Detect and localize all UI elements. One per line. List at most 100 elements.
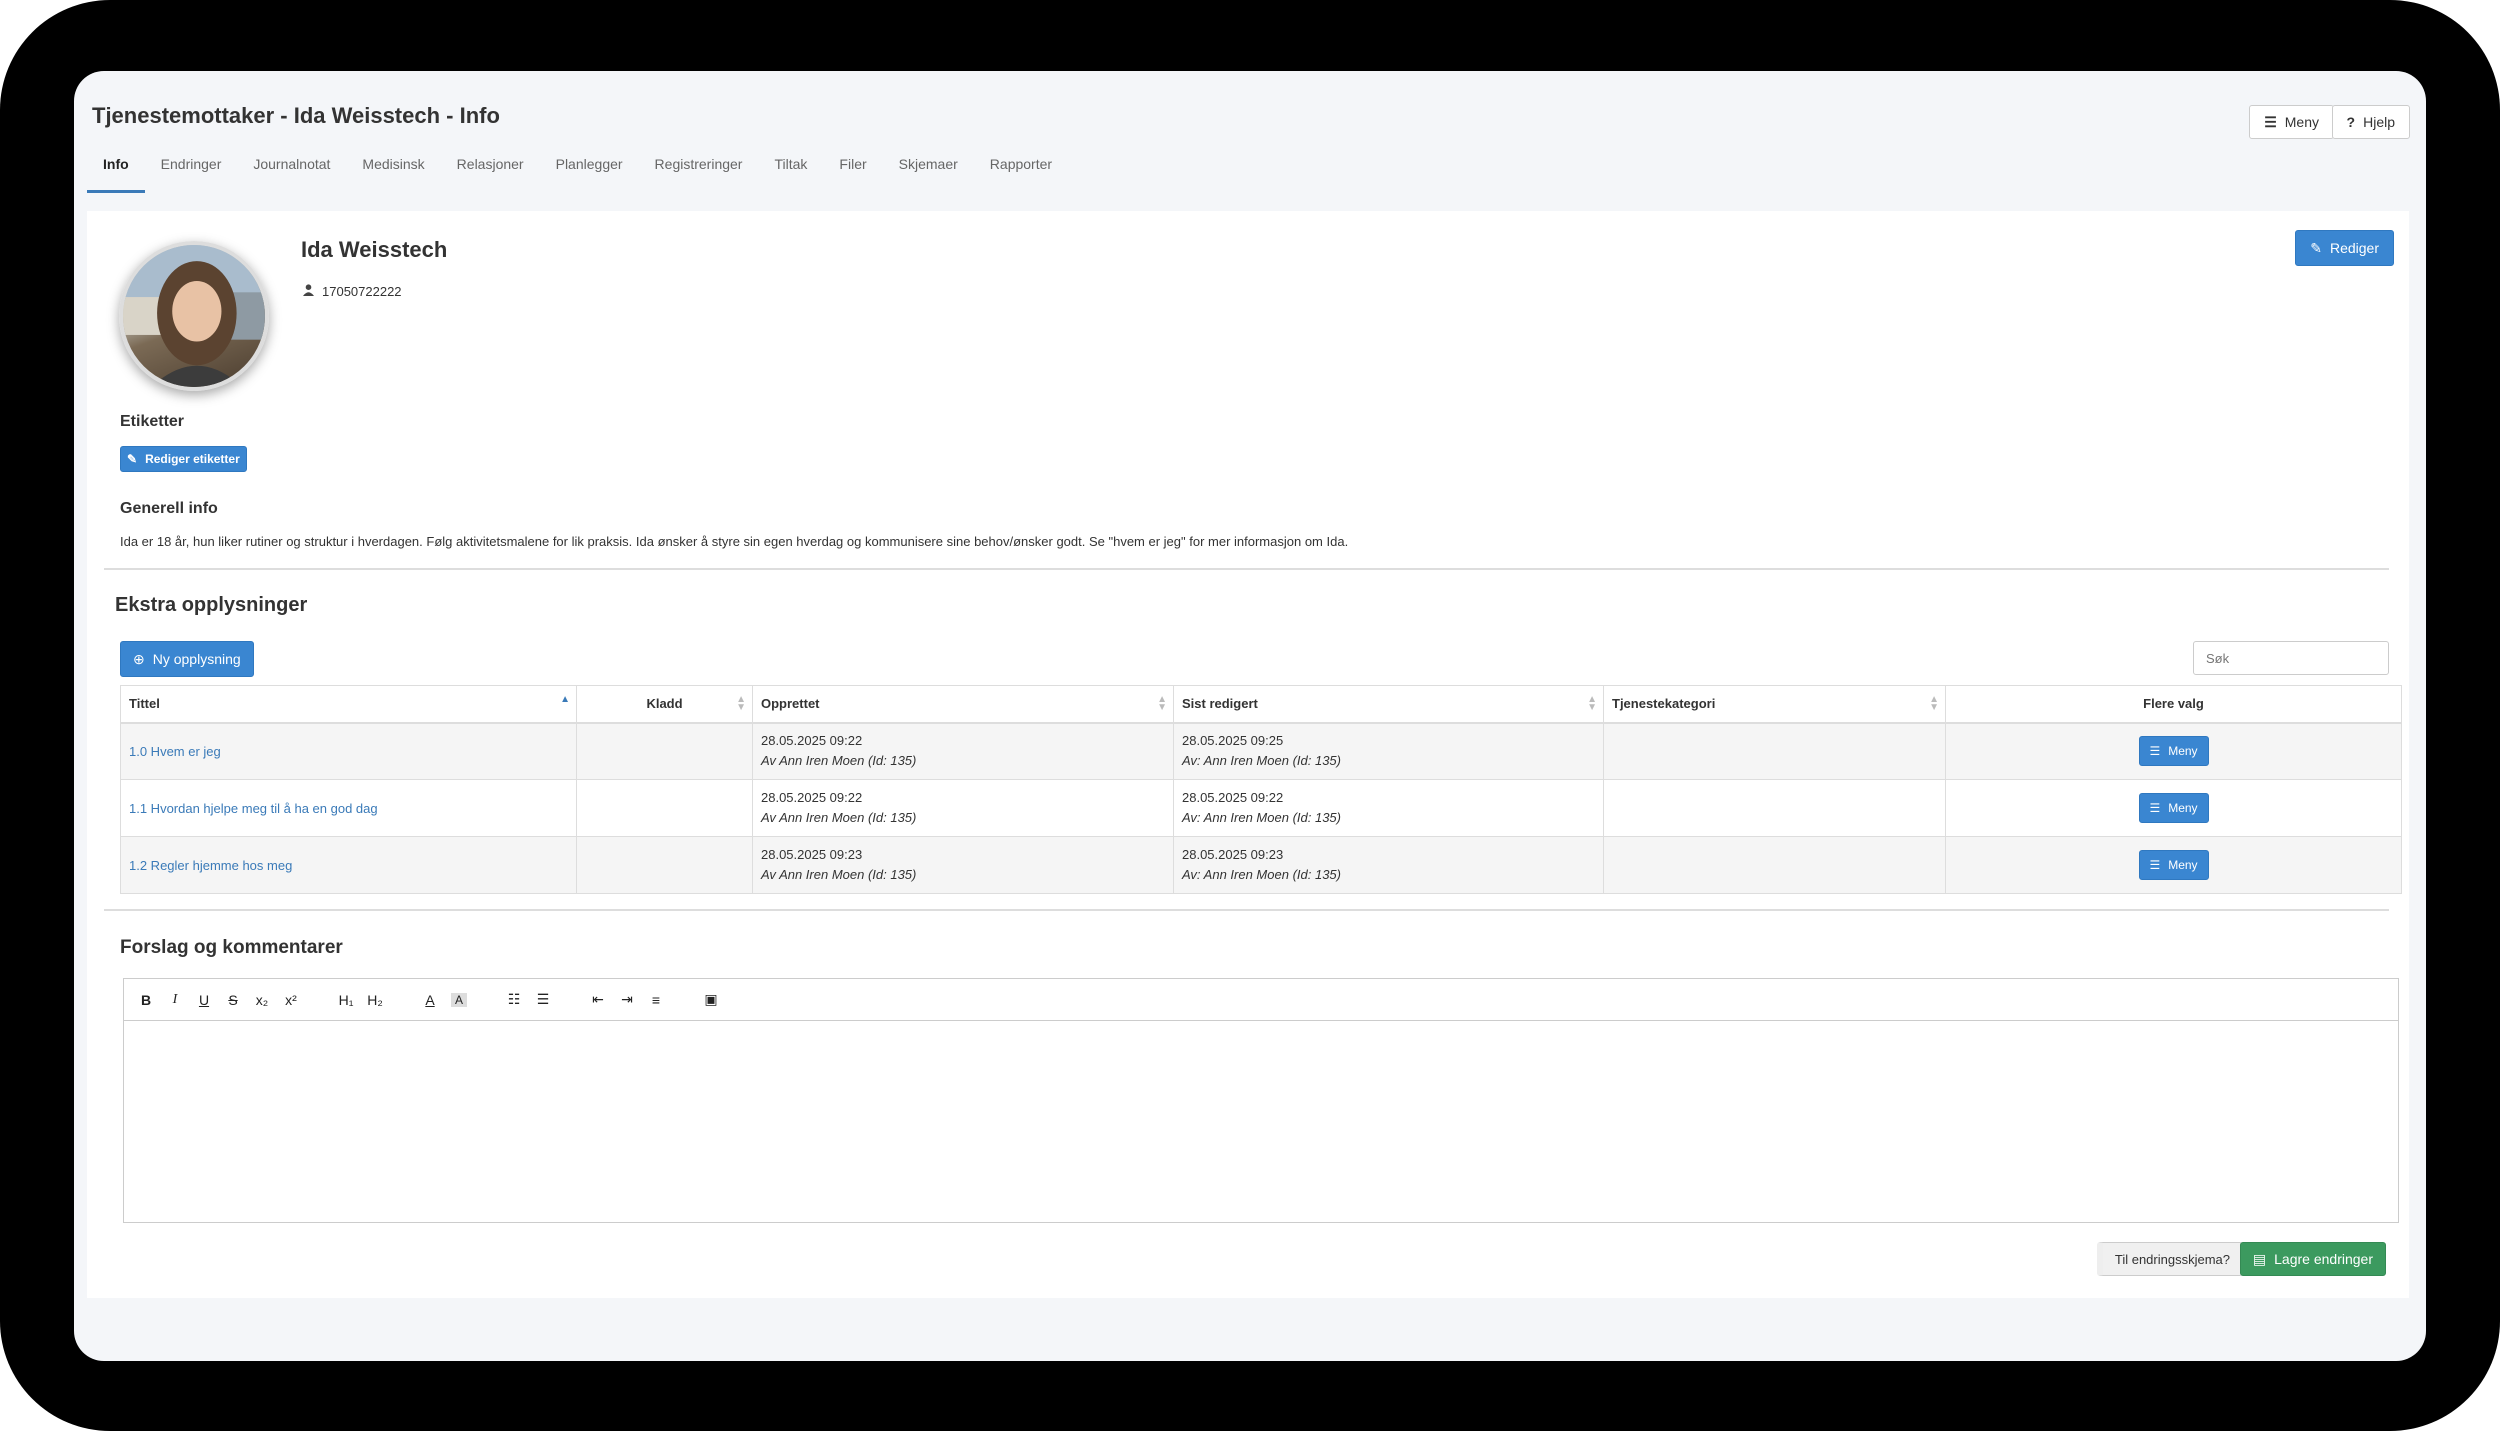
question-icon: ? <box>2346 114 2356 130</box>
col-header-edited-label: Sist redigert <box>1182 696 1258 712</box>
underline-button[interactable]: U <box>196 992 212 1008</box>
tags-heading: Etiketter <box>120 413 185 430</box>
new-info-button[interactable]: ⊕ Ny opplysning <box>120 641 254 677</box>
general-info-heading: Generell info <box>120 500 218 517</box>
extra-info-table: Tittel ▲ Kladd ▲▼ Opprettet ▲▼ Sist re <box>120 685 2402 894</box>
bullet-list-icon[interactable]: ☰ <box>535 991 551 1008</box>
general-info-text: Ida er 18 år, hun liker rutiner og struk… <box>120 534 1349 549</box>
tab-medisinsk[interactable]: Medisinsk <box>346 151 440 191</box>
person-id-number: 17050722222 <box>322 284 402 299</box>
tab-journalnotat[interactable]: Journalnotat <box>237 151 346 191</box>
info-panel: Ida Weisstech 17050722222 ✎ Rediger Etik… <box>87 211 2409 1298</box>
ordered-list-icon[interactable]: ☷ <box>506 991 522 1008</box>
hamburger-icon: ☰ <box>2149 801 2161 815</box>
cell-created: 28.05.2025 09:23 Av Ann Iren Moen (Id: 1… <box>752 836 1174 894</box>
edit-icon: ✎ <box>2310 239 2322 256</box>
plus-circle-icon: ⊕ <box>133 650 145 667</box>
col-header-edited[interactable]: Sist redigert ▲ ▼ <box>1173 685 1604 724</box>
cell-edited: 28.05.2025 09:23 Av: Ann Iren Moen (Id: … <box>1173 836 1604 894</box>
col-header-title-label: Tittel <box>129 696 160 712</box>
col-header-created[interactable]: Opprettet ▲ ▼ <box>752 685 1174 724</box>
edit-profile-button[interactable]: ✎ Rediger <box>2295 230 2394 266</box>
save-changes-button[interactable]: ▤ Lagre endringer <box>2239 1242 2386 1276</box>
col-header-title[interactable]: Tittel ▲ <box>120 685 577 724</box>
tab-planlegger[interactable]: Planlegger <box>540 151 639 191</box>
image-icon[interactable]: ▣ <box>703 991 719 1008</box>
menu-button-label: Meny <box>2284 114 2319 130</box>
row-title-link[interactable]: 1.2 Regler hjemme hos meg <box>129 858 292 873</box>
row-menu-label: Meny <box>2168 801 2198 815</box>
created-date: 28.05.2025 09:22 <box>761 790 863 805</box>
search-input[interactable] <box>2193 641 2389 675</box>
edit-tags-label: Rediger etiketter <box>145 452 240 466</box>
cell-more: ☰ Meny <box>1945 836 2402 894</box>
tab-tiltak[interactable]: Tiltak <box>758 151 823 191</box>
menu-button[interactable]: ☰ Meny <box>2249 105 2334 139</box>
row-title-link[interactable]: 1.1 Hvordan hjelpe meg til å ha en god d… <box>129 801 378 816</box>
created-date: 28.05.2025 09:23 <box>761 847 863 862</box>
cell-title: 1.2 Regler hjemme hos meg <box>120 836 577 894</box>
hamburger-icon: ☰ <box>2264 113 2277 130</box>
cell-edited: 28.05.2025 09:25 Av: Ann Iren Moen (Id: … <box>1173 722 1604 780</box>
change-form-button[interactable]: Til endringsskjema? <box>2096 1242 2243 1276</box>
cell-created: 28.05.2025 09:22 Av Ann Iren Moen (Id: 1… <box>752 779 1174 837</box>
tab-endringer[interactable]: Endringer <box>145 151 238 191</box>
tab-relasjoner[interactable]: Relasjoner <box>441 151 540 191</box>
subscript-button[interactable]: x₂ <box>254 992 270 1008</box>
heading2-button[interactable]: H₂ <box>367 992 383 1008</box>
new-info-label: Ny opplysning <box>152 651 241 667</box>
hamburger-icon: ☰ <box>2149 858 2161 872</box>
col-header-draft[interactable]: Kladd ▲ ▼ <box>576 685 753 724</box>
tab-bar: Info Endringer Journalnotat Medisinsk Re… <box>87 151 1068 193</box>
cell-draft <box>576 836 753 894</box>
extra-info-heading: Ekstra opplysninger <box>115 594 308 616</box>
tab-rapporter[interactable]: Rapporter <box>974 151 1068 191</box>
table-row: 1.0 Hvem er jeg 28.05.2025 09:22 Av Ann … <box>120 722 2402 780</box>
person-id-row: 17050722222 <box>303 284 402 299</box>
edited-date: 28.05.2025 09:23 <box>1182 847 1284 862</box>
created-by: Av Ann Iren Moen (Id: 135) <box>761 810 917 825</box>
tab-skjemaer[interactable]: Skjemaer <box>883 151 974 191</box>
italic-button[interactable]: I <box>167 992 183 1008</box>
edited-date: 28.05.2025 09:22 <box>1182 790 1284 805</box>
edit-tags-button[interactable]: ✎ Rediger etiketter <box>120 446 247 472</box>
col-header-created-label: Opprettet <box>761 696 820 712</box>
created-by: Av Ann Iren Moen (Id: 135) <box>761 753 917 769</box>
edited-by: Av: Ann Iren Moen (Id: 135) <box>1182 810 1341 825</box>
row-menu-label: Meny <box>2168 858 2198 872</box>
heading1-button[interactable]: H₁ <box>338 992 354 1008</box>
editor-content-area[interactable] <box>124 1021 2398 1222</box>
row-menu-button[interactable]: ☰ Meny <box>2138 793 2209 823</box>
row-menu-button[interactable]: ☰ Meny <box>2138 850 2209 880</box>
indent-icon[interactable]: ⇥ <box>619 991 635 1008</box>
row-title-link[interactable]: 1.0 Hvem er jeg <box>129 744 221 759</box>
sort-asc-icon: ▲ <box>560 694 570 705</box>
page-title: Tjenestemottaker - Ida Weisstech - Info <box>92 103 500 128</box>
row-menu-button[interactable]: ☰ Meny <box>2138 736 2209 767</box>
bold-button[interactable]: B <box>138 992 154 1008</box>
rich-text-editor: B I U S x₂ x² H₁ H₂ A A ☷ ☰ ⇤ ⇥ ≡ ▣ <box>123 978 2399 1223</box>
avatar-photo <box>123 245 265 387</box>
table-header-row: Tittel ▲ Kladd ▲▼ Opprettet ▲▼ Sist re <box>120 685 2402 724</box>
align-left-icon[interactable]: ≡ <box>648 992 664 1008</box>
cell-draft <box>576 779 753 837</box>
cell-more: ☰ Meny <box>1945 722 2402 780</box>
person-name: Ida Weisstech <box>301 237 448 262</box>
cell-edited: 28.05.2025 09:22 Av: Ann Iren Moen (Id: … <box>1173 779 1604 837</box>
strikethrough-button[interactable]: S <box>225 992 241 1008</box>
row-menu-label: Meny <box>2168 744 2198 759</box>
font-color-button[interactable]: A <box>422 992 438 1008</box>
created-by: Av Ann Iren Moen (Id: 135) <box>761 867 917 882</box>
superscript-button[interactable]: x² <box>283 992 299 1008</box>
edit-profile-label: Rediger <box>2329 240 2379 256</box>
sort-icon: ▲ ▼ <box>1587 694 1597 713</box>
background-color-button[interactable]: A <box>451 992 467 1007</box>
outdent-icon[interactable]: ⇤ <box>590 991 606 1008</box>
tab-filer[interactable]: Filer <box>823 151 882 191</box>
tab-registreringer[interactable]: Registreringer <box>639 151 759 191</box>
help-button[interactable]: ? Hjelp <box>2331 105 2410 139</box>
col-header-category[interactable]: Tjenestekategori ▲ ▼ <box>1603 685 1946 724</box>
avatar <box>119 241 269 391</box>
col-header-more: Flere valg <box>1945 685 2402 724</box>
tab-info[interactable]: Info <box>87 151 145 193</box>
